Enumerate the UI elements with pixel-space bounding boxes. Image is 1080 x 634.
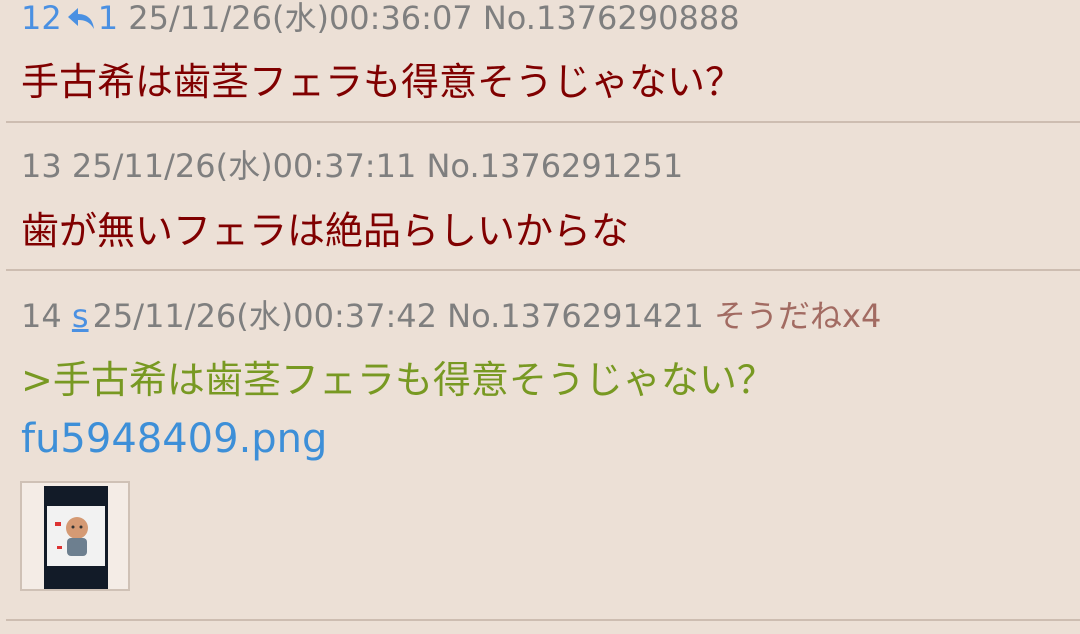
post-datetime: 25/11/26(水)00:37:11 (71, 147, 417, 185)
quote-text: >手古希は歯茎フェラも得意そうじゃない？ (21, 358, 775, 402)
post-datetime: 25/11/26(水)00:36:07 (128, 0, 473, 37)
post-id[interactable]: No.1376291251 (426, 147, 683, 185)
thumbnail-illustration (47, 506, 105, 566)
image-thumbnail[interactable] (20, 481, 130, 591)
file-link[interactable]: fu5948409.png (21, 415, 327, 463)
post-divider (6, 269, 1080, 271)
post-meta: 12 1 25/11/26(水)00:36:07 No.1376290888 (21, 0, 740, 41)
post-body: 手古希は歯茎フェラも得意そうじゃない？ (21, 60, 744, 104)
thumbnail-image (44, 486, 108, 589)
post-id[interactable]: No.1376291421 (447, 297, 704, 335)
soudane-button[interactable]: そうだねx4 (714, 297, 881, 335)
post-meta: 14 s 25/11/26(水)00:37:42 No.1376291421 そう… (21, 297, 881, 335)
post-body: 歯が無いフェラは絶品らしいからな (21, 209, 630, 253)
post-number: 14 (21, 297, 62, 335)
s-link[interactable]: s (72, 297, 89, 335)
post-divider (6, 121, 1080, 123)
post-number: 13 (21, 147, 62, 185)
post-meta: 13 25/11/26(水)00:37:11 No.1376291251 (21, 147, 683, 185)
post-number-link[interactable]: 12 (21, 0, 62, 37)
reply-arrow-icon[interactable] (66, 3, 96, 41)
post-id[interactable]: No.1376290888 (483, 0, 740, 37)
post-divider (6, 619, 1080, 621)
post-datetime: 25/11/26(水)00:37:42 (92, 297, 437, 335)
reply-count-link[interactable]: 1 (98, 0, 118, 37)
